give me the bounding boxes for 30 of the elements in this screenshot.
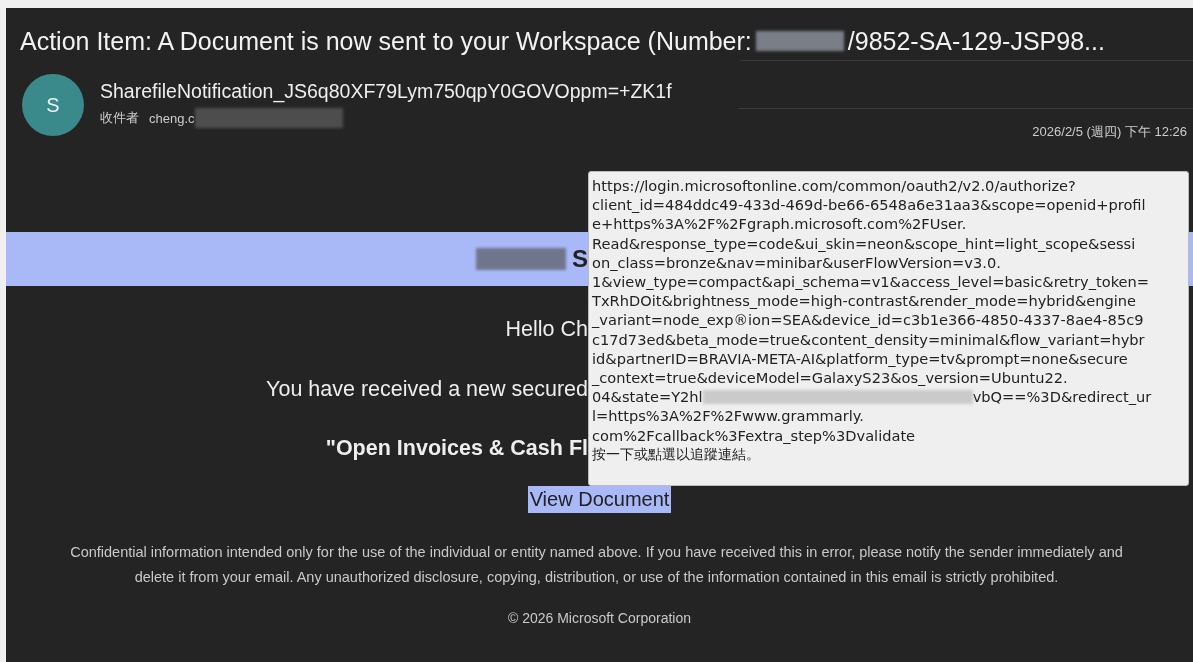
sent-date: 2026/2/5 (週四) 下午 12:26 — [1032, 123, 1187, 141]
url-text: com%2Fcallback%3Fextra_step%3Dvalidate — [592, 425, 916, 445]
sender-name: SharefileNotification_JS6q80XF79Lym750qpY0GOVOppm=+ZK1f — [100, 80, 672, 105]
url-text: https://login.microsoftonline.com/common/oauth2/v2.0/authorize? — [592, 176, 1076, 196]
url-text: vbQ==%3D&redirect_ur — [972, 387, 1152, 407]
url-text: l=https%3A%2F%2Fwww.grammarly. — [592, 406, 864, 426]
tooltip-hint: 按一下或點選以追蹤連結。 — [592, 444, 760, 464]
url-text: c17d73ed&beta_mode=true&content_density=minimal&flow_variant=hybr — [592, 329, 1145, 349]
banner-text: S — [572, 245, 588, 273]
url-text: Read&response_type=code&ui_skin=neon&scope_hint=light_scope&sessi — [592, 233, 1136, 253]
url-text: e+https%3A%2F%2Fgraph.microsoft.com%2FUser. — [592, 214, 967, 234]
url-text: _variant=node_exp®ion=SEA&device_id=c3b1e366-4850-4337-8ae4-85c9 — [592, 310, 1144, 330]
recipient-label: 收件者 — [100, 109, 139, 127]
view-document-link[interactable]: View Document — [527, 485, 672, 513]
recipient-address: cheng.c — [149, 110, 195, 126]
copyright-text: © 2026 Microsoft Corporation — [506, 610, 693, 626]
url-text: _context=true&deviceModel=GalaxyS23&os_version=Ubuntu22. — [592, 368, 1068, 388]
email-subject: Action Item: A Document is now sent to your Workspace (Number: — [20, 26, 752, 56]
sender-avatar: S — [22, 74, 84, 136]
message-text: You have received a new secured — [266, 376, 588, 402]
url-text: id&partnerID=BRAVIA-META-AI&platform_type=tv&prompt=none&secure — [592, 348, 1128, 369]
email-subject: /9852-SA-129-JSP98... — [847, 26, 1105, 56]
document-title: "Open Invoices & Cash Fl — [325, 435, 588, 461]
url-text: TxRhDOit&brightness_mode=high-contrast&render_mode=hybrid&engine — [592, 291, 1137, 311]
disclaimer-text: Confidential information intended only for the use of the individual or entity named above. If you have received this in error, please notify the sender immediately and delete it from your email. Any unauthorized disclosure, copying, distribution, or use of the information contained in this email is strictly prohibited. — [69, 543, 1124, 587]
url-text: 04&state=Y2hl — [592, 387, 703, 407]
url-text: 1&view_type=compact&api_schema=v1&access_level=basic&retry_token= — [592, 272, 1150, 292]
url-text: on_class=bronze&nav=minibar&userFlowVersion=v3.0. — [592, 252, 1001, 272]
url-text: client_id=484ddc49-433d-469d-be66-6548a6e31aa3&scope=openid+profil — [592, 195, 1146, 215]
greeting-text: Hello Ch — [505, 316, 588, 342]
